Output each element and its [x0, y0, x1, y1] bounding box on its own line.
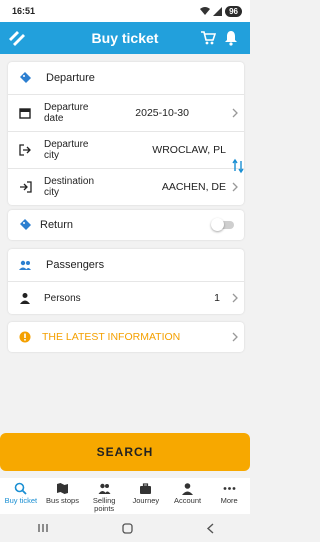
chevron-right-icon [232, 182, 238, 192]
nav-selling-points[interactable]: Selling points [83, 478, 125, 514]
toggle-knob [211, 218, 224, 231]
departure-date-row[interactable]: Departure date 2025-10-30 [8, 95, 244, 132]
nav-label: Account [173, 496, 202, 505]
ticket-icon [18, 218, 32, 232]
nav-bus-stops[interactable]: Bus stops [42, 478, 84, 514]
departure-header: Departure [8, 62, 244, 95]
search-button[interactable]: SEARCH [0, 433, 250, 471]
ticket-icon [18, 71, 32, 85]
battery-level: 96 [225, 5, 242, 17]
system-nav-bar [0, 514, 250, 542]
return-row[interactable]: Return [8, 210, 244, 240]
search-icon [15, 482, 27, 495]
nav-label: More [220, 496, 238, 505]
passengers-card: Passengers Persons 1 [8, 249, 244, 314]
map-icon [57, 483, 68, 494]
signal-icon [213, 6, 223, 16]
latest-info-label: THE LATEST INFORMATION [42, 330, 181, 343]
status-time: 16:51 [12, 6, 36, 16]
destination-city-label: Destination city [44, 176, 95, 198]
login-icon [18, 180, 32, 194]
destination-city-value: AACHEN, DE [161, 181, 226, 193]
person-icon [18, 291, 32, 305]
chevron-right-icon [232, 332, 238, 342]
person-icon [182, 483, 194, 495]
passengers-header: Passengers [8, 249, 244, 282]
status-bar: 16:51 96 [0, 0, 250, 22]
logout-icon [18, 143, 32, 157]
departure-date-label: Departure date [44, 102, 89, 124]
wifi-icon [200, 6, 211, 15]
nav-account[interactable]: Account [167, 478, 209, 514]
chevron-right-icon [232, 293, 238, 303]
calendar-icon [18, 106, 32, 120]
dots-icon [223, 487, 236, 490]
departure-city-label: Departure city [44, 139, 89, 161]
nav-buy-ticket[interactable]: Buy ticket [0, 478, 42, 514]
latest-info-card: THE LATEST INFORMATION [8, 322, 244, 352]
destination-city-row[interactable]: Destination city AACHEN, DE [8, 169, 244, 205]
nav-label: Buy ticket [4, 496, 38, 505]
passengers-header-label: Passengers [46, 258, 105, 271]
app-bar: Buy ticket [0, 22, 250, 54]
info-icon [18, 330, 32, 344]
app-logo-icon [9, 31, 25, 46]
home-icon[interactable] [121, 522, 133, 534]
persons-value: 1 [214, 292, 220, 304]
persons-row[interactable]: Persons 1 [8, 282, 244, 314]
back-icon[interactable] [206, 522, 214, 534]
departure-city-value: WROCLAW, PL [152, 144, 226, 156]
departure-card: Departure Departure date 2025-10-30 Depa… [8, 62, 244, 205]
nav-more[interactable]: More [208, 478, 250, 514]
chevron-right-icon [232, 108, 238, 118]
nav-label: Bus stops [46, 496, 79, 505]
return-card: Return [8, 210, 244, 240]
return-toggle[interactable] [211, 218, 234, 231]
swap-icon[interactable] [232, 158, 244, 174]
status-icons: 96 [200, 5, 242, 17]
nav-label: Journey [132, 496, 160, 505]
departure-header-label: Departure [46, 71, 95, 84]
return-label: Return [40, 218, 74, 231]
nav-label: Selling points [92, 496, 116, 513]
people-icon [98, 483, 111, 494]
briefcase-icon [140, 483, 152, 494]
bottom-nav: Buy ticket Bus stops Selling points Jour… [0, 478, 250, 514]
recent-apps-icon[interactable] [37, 523, 49, 533]
latest-info-row[interactable]: THE LATEST INFORMATION [8, 322, 244, 352]
persons-label: Persons [44, 292, 81, 304]
departure-city-row[interactable]: Departure city WROCLAW, PL [8, 132, 244, 169]
people-icon [18, 258, 32, 272]
cart-icon[interactable] [200, 30, 216, 46]
nav-journey[interactable]: Journey [125, 478, 167, 514]
bell-icon[interactable] [224, 30, 238, 46]
departure-date-value: 2025-10-30 [135, 107, 189, 119]
